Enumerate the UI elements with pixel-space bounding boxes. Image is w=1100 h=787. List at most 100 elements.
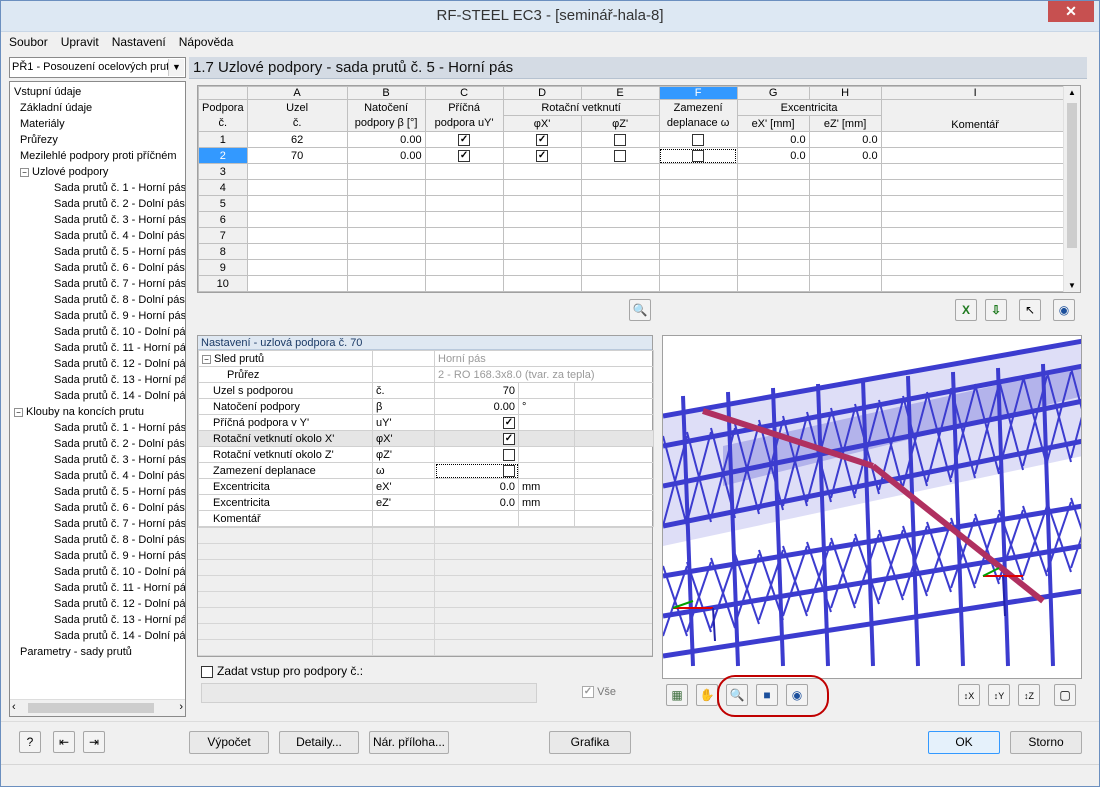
cell-rotation[interactable]: [346, 163, 426, 180]
tree-item[interactable]: Sada prutů č. 1 - Horní pás: [54, 180, 185, 196]
tree-item[interactable]: Sada prutů č. 7 - Horní pás: [54, 516, 185, 532]
settings-checkbox[interactable]: [503, 464, 515, 477]
tree-item[interactable]: Sada prutů č. 10 - Dolní pás: [54, 564, 185, 580]
tree-item[interactable]: Sada prutů č. 12 - Dolní pás: [54, 356, 185, 372]
cell-uy-checkbox[interactable]: ✓: [458, 133, 471, 146]
row-header[interactable]: 6: [198, 211, 248, 228]
tree-item[interactable]: Sada prutů č. 5 - Horní pás: [54, 484, 185, 500]
tree-item[interactable]: Sada prutů č. 13 - Horní pás: [54, 372, 185, 388]
cell-node[interactable]: [246, 211, 348, 228]
cell-uy[interactable]: [424, 259, 504, 276]
tree-item[interactable]: Sada prutů č. 2 - Dolní pás: [54, 436, 185, 452]
cell-comment[interactable]: [880, 259, 1070, 276]
cell-omega[interactable]: [658, 227, 738, 244]
grid-view-button[interactable]: 🔍: [629, 299, 651, 321]
cell-omega[interactable]: [658, 147, 738, 164]
cell-phiz[interactable]: [580, 275, 660, 292]
settings-value[interactable]: [434, 462, 519, 479]
settings-value[interactable]: [434, 446, 519, 463]
graphics-button[interactable]: Grafika: [549, 731, 631, 754]
cell-omega[interactable]: [658, 163, 738, 180]
chevron-down-icon[interactable]: ▼: [168, 59, 184, 76]
cell-node[interactable]: 62: [246, 131, 348, 148]
tree-item[interactable]: Mezilehlé podpory proti příčném: [20, 148, 177, 164]
cell-ez[interactable]: [808, 211, 882, 228]
tree-item[interactable]: Sada prutů č. 4 - Dolní pás: [54, 228, 185, 244]
tree-item[interactable]: Sada prutů č. 4 - Dolní pás: [54, 468, 185, 484]
grid-vscrollbar[interactable]: ▲ ▼: [1063, 86, 1080, 292]
ok-button[interactable]: OK: [928, 731, 1000, 754]
cell-ex[interactable]: [736, 195, 810, 212]
cell-rotation[interactable]: [346, 211, 426, 228]
col-c[interactable]: C: [424, 86, 504, 100]
cell-phiz[interactable]: [580, 131, 660, 148]
settings-value[interactable]: 0.0: [434, 478, 519, 495]
input-supports-checkbox[interactable]: [201, 665, 213, 678]
cell-node[interactable]: [246, 275, 348, 292]
row-header[interactable]: 5: [198, 195, 248, 212]
model-display-button[interactable]: ▦: [666, 684, 688, 706]
cell-omega[interactable]: [658, 259, 738, 276]
cell-phiz[interactable]: [580, 243, 660, 260]
import-button[interactable]: ⇤: [53, 731, 75, 753]
case-select[interactable]: PŘ1 - Posouzení ocelových prut ▼: [9, 57, 186, 78]
cell-ex[interactable]: [736, 211, 810, 228]
cell-ex[interactable]: [736, 227, 810, 244]
cell-phix[interactable]: [502, 227, 582, 244]
tree-item[interactable]: Sada prutů č. 6 - Dolní pás: [54, 260, 185, 276]
cell-phiz[interactable]: [580, 163, 660, 180]
col-f[interactable]: F: [658, 86, 738, 100]
tree-item[interactable]: Sada prutů č. 9 - Horní pás: [54, 308, 185, 324]
scroll-thumb[interactable]: [1067, 103, 1077, 248]
cell-comment[interactable]: [880, 275, 1070, 292]
view-z-button[interactable]: ↕Z: [1018, 684, 1040, 706]
tree-item[interactable]: Sada prutů č. 7 - Horní pás: [54, 276, 185, 292]
cell-comment[interactable]: [880, 163, 1070, 180]
settings-value[interactable]: 70: [434, 382, 519, 399]
tree-item[interactable]: Sada prutů č. 14 - Dolní pás: [54, 388, 185, 404]
tree-item[interactable]: − Klouby na koncích prutu: [14, 404, 144, 420]
col-a[interactable]: A: [246, 86, 348, 100]
col-b[interactable]: B: [346, 86, 426, 100]
col-e[interactable]: E: [580, 86, 660, 100]
cell-phix[interactable]: [502, 211, 582, 228]
cell-rotation[interactable]: [346, 195, 426, 212]
menu-nastaveni[interactable]: Nastavení: [104, 32, 171, 49]
cell-phiz[interactable]: [580, 227, 660, 244]
cell-ez[interactable]: [808, 195, 882, 212]
row-header[interactable]: 10: [198, 275, 248, 292]
tree-item[interactable]: Sada prutů č. 12 - Dolní pás: [54, 596, 185, 612]
cell-comment[interactable]: [880, 131, 1070, 148]
cell-ex[interactable]: [736, 243, 810, 260]
cell-ez[interactable]: [808, 163, 882, 180]
cell-phix[interactable]: [502, 163, 582, 180]
cell-phiz[interactable]: [580, 179, 660, 196]
close-button[interactable]: ✕: [1048, 1, 1094, 22]
tree-item[interactable]: Parametry - sady prutů: [20, 644, 132, 660]
cell-omega[interactable]: [658, 275, 738, 292]
cell-uy[interactable]: [424, 211, 504, 228]
cell-uy[interactable]: [424, 227, 504, 244]
import-excel-button[interactable]: X: [955, 299, 977, 321]
row-header[interactable]: 1: [198, 131, 248, 148]
col-d[interactable]: D: [502, 86, 582, 100]
settings-checkbox[interactable]: ✓: [503, 432, 515, 445]
cell-phiz[interactable]: [580, 195, 660, 212]
tree-hscrollbar[interactable]: ‹ ›: [10, 699, 185, 716]
tree-item[interactable]: Sada prutů č. 1 - Horní pás: [54, 420, 185, 436]
cell-rotation[interactable]: [346, 243, 426, 260]
row-header[interactable]: 4: [198, 179, 248, 196]
cell-node[interactable]: [246, 195, 348, 212]
collapse-icon[interactable]: −: [20, 168, 29, 177]
tree-item[interactable]: − Uzlové podpory: [20, 164, 108, 180]
export-button[interactable]: ⇥: [83, 731, 105, 753]
cell-comment[interactable]: [880, 227, 1070, 244]
tree-item[interactable]: Sada prutů č. 13 - Horní pás: [54, 612, 185, 628]
cell-node[interactable]: [246, 259, 348, 276]
cell-omega[interactable]: [658, 211, 738, 228]
cell-phix[interactable]: [502, 259, 582, 276]
cell-omega-checkbox[interactable]: [692, 149, 705, 162]
cell-uy-checkbox[interactable]: ✓: [458, 149, 471, 162]
cell-ez[interactable]: [808, 179, 882, 196]
row-header[interactable]: 3: [198, 163, 248, 180]
